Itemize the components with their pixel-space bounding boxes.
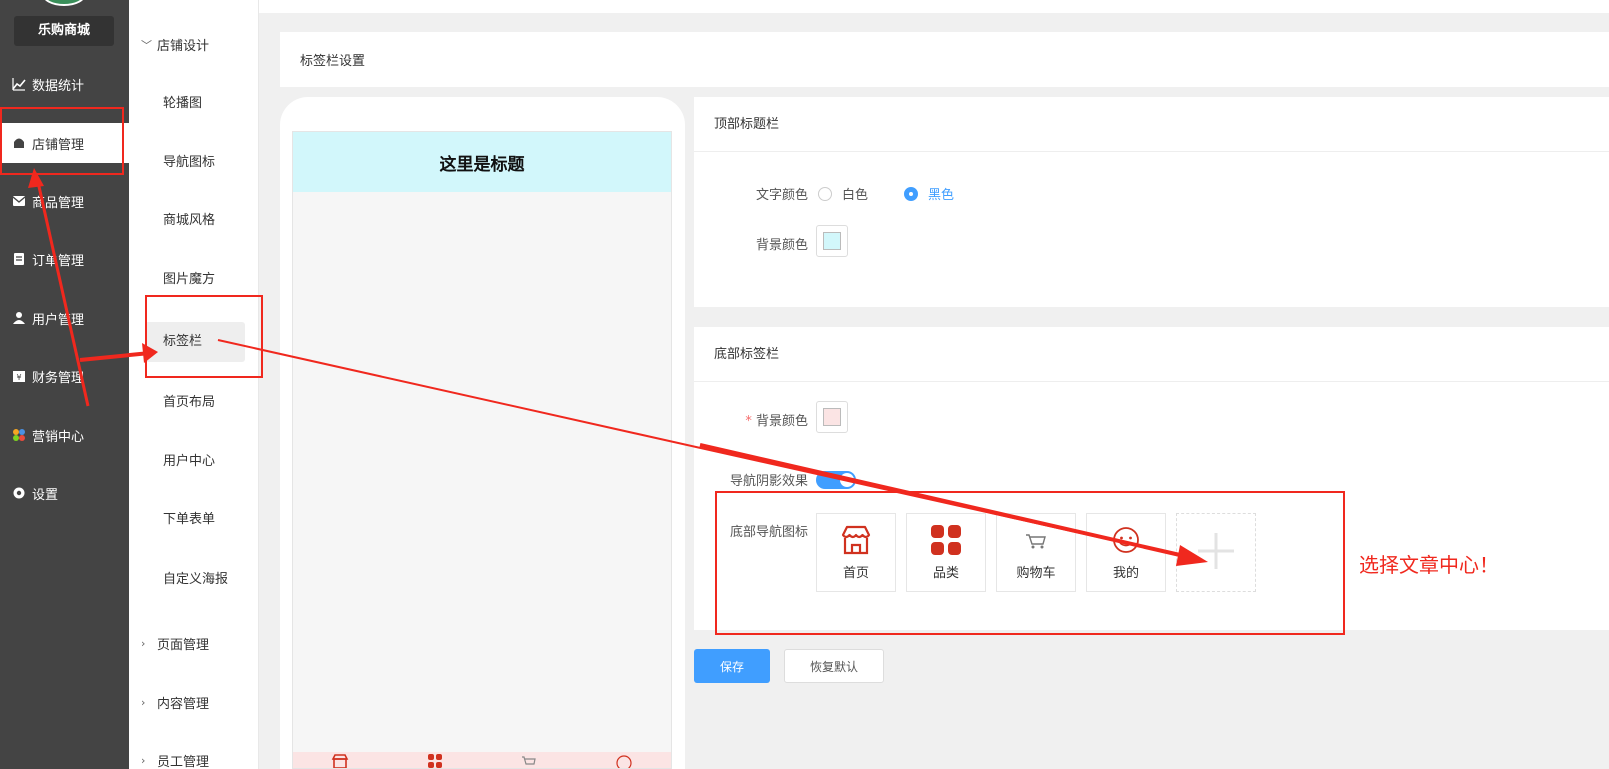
sidebar-item-label: 数据统计 xyxy=(32,78,85,94)
secondary-menu: ﹀ 店铺设计 轮播图 导航图标 商城风格 图片魔方 标签栏 首页布局 用户中心 … xyxy=(129,0,259,769)
submenu-item-image-cube[interactable]: 图片魔方 xyxy=(145,260,245,300)
submenu-group-staff[interactable]: › 员工管理 xyxy=(141,751,209,769)
cart-icon xyxy=(520,754,538,768)
radio-label: 黑色 xyxy=(928,188,955,203)
sidebar-item-label: 用户管理 xyxy=(32,312,85,328)
submenu-item-carousel[interactable]: 轮播图 xyxy=(145,84,245,124)
submenu-item-user-center[interactable]: 用户中心 xyxy=(145,442,245,482)
radio-text-color-black[interactable]: 黑色 xyxy=(904,184,954,203)
phone-screen: 这里是标题 xyxy=(292,131,672,769)
chevron-down-icon: ﹀ xyxy=(141,38,152,52)
top-bar xyxy=(259,0,1609,13)
top-bg-color-label: 背景颜色 xyxy=(755,238,808,253)
annotation-text: 选择文章中心！ xyxy=(1359,553,1499,577)
color-swatch xyxy=(823,408,841,426)
sidebar-item-label: 财务管理 xyxy=(32,370,85,386)
submenu-group-store-design[interactable]: ﹀ 店铺设计 xyxy=(141,35,210,55)
color-swatch xyxy=(823,232,841,250)
submenu-item-order-form[interactable]: 下单表单 xyxy=(145,500,245,540)
gear-icon xyxy=(12,486,26,500)
home-store-icon xyxy=(331,754,349,768)
submenu-item-home-layout[interactable]: 首页布局 xyxy=(145,383,245,423)
panel-title: 标签栏设置 xyxy=(300,54,366,69)
radio-circle xyxy=(818,186,832,201)
submenu-group-label: 员工管理 xyxy=(157,755,210,769)
text-color-label: 文字颜色 xyxy=(755,188,808,203)
nav-shadow-label: 导航阴影效果 xyxy=(729,474,808,489)
sidebar-item-user-management[interactable]: 用户管理 xyxy=(0,298,129,338)
submenu-item-nav-icons[interactable]: 导航图标 xyxy=(145,143,245,183)
sidebar-item-label: 营销中心 xyxy=(32,429,85,445)
sidebar-item-label: 商品管理 xyxy=(32,195,85,211)
radio-circle xyxy=(904,186,918,201)
chevron-right-icon: › xyxy=(141,637,146,650)
sidebar-item-label: 订单管理 xyxy=(32,253,85,269)
label-text: 背景颜色 xyxy=(755,414,808,429)
annotation-box-bottom-nav-icons xyxy=(715,491,1345,635)
sidebar-item-data-stats[interactable]: 数据统计 xyxy=(0,64,129,104)
svg-text:¥: ¥ xyxy=(16,373,21,382)
category-grid-icon xyxy=(426,754,444,768)
submenu-item-custom-poster[interactable]: 自定义海报 xyxy=(145,560,245,600)
submenu-group-label: 店铺设计 xyxy=(157,39,210,54)
preview-tab-bar xyxy=(293,752,671,768)
preview-header: 这里是标题 xyxy=(293,132,671,192)
sidebar-item-settings[interactable]: 设置 xyxy=(0,473,129,513)
required-mark: * xyxy=(745,414,752,429)
sidebar-item-finance-management[interactable]: ¥ 财务管理 xyxy=(0,356,129,396)
annotation-box-store-menu xyxy=(0,107,124,175)
chart-line-icon xyxy=(12,77,26,91)
submenu-group-label: 内容管理 xyxy=(157,697,210,712)
submenu-group-content[interactable]: › 内容管理 xyxy=(141,693,209,712)
chevron-right-icon: › xyxy=(141,754,146,767)
product-box-icon xyxy=(12,194,26,208)
sidebar-item-order-management[interactable]: 订单管理 xyxy=(0,239,129,279)
phone-preview: 这里是标题 xyxy=(280,97,685,769)
bottom-bg-color-label: * 背景颜色 xyxy=(698,410,808,429)
bottom-bg-color-picker[interactable] xyxy=(816,401,848,433)
annotation-box-tab-bar-item xyxy=(145,295,263,378)
card-title: 底部标签栏 xyxy=(694,327,1609,382)
restore-default-button[interactable]: 恢复默认 xyxy=(784,649,884,683)
submenu-item-mall-style[interactable]: 商城风格 xyxy=(145,201,245,241)
card-title: 顶部标题栏 xyxy=(694,97,1609,152)
finance-icon: ¥ xyxy=(12,369,26,383)
brand-name: 乐购商城 xyxy=(14,16,114,46)
nav-shadow-toggle[interactable] xyxy=(816,471,856,489)
sidebar-item-label: 设置 xyxy=(32,487,59,503)
marketing-icon xyxy=(12,428,26,442)
profile-face-icon xyxy=(615,754,633,768)
brand-logo xyxy=(42,0,86,6)
submenu-group-label: 页面管理 xyxy=(157,638,210,653)
sidebar-item-marketing-center[interactable]: 营销中心 xyxy=(0,415,129,455)
sidebar-item-product-management[interactable]: 商品管理 xyxy=(0,181,129,221)
radio-text-color-white[interactable]: 白色 xyxy=(818,184,868,203)
panel-title-card: 标签栏设置 xyxy=(280,32,1609,87)
chevron-right-icon: › xyxy=(141,696,146,709)
radio-label: 白色 xyxy=(842,188,869,203)
top-bg-color-picker[interactable] xyxy=(816,225,848,257)
order-clipboard-icon xyxy=(12,252,26,266)
submenu-group-page[interactable]: › 页面管理 xyxy=(141,634,209,653)
user-icon xyxy=(12,311,26,325)
save-button[interactable]: 保存 xyxy=(694,649,770,683)
